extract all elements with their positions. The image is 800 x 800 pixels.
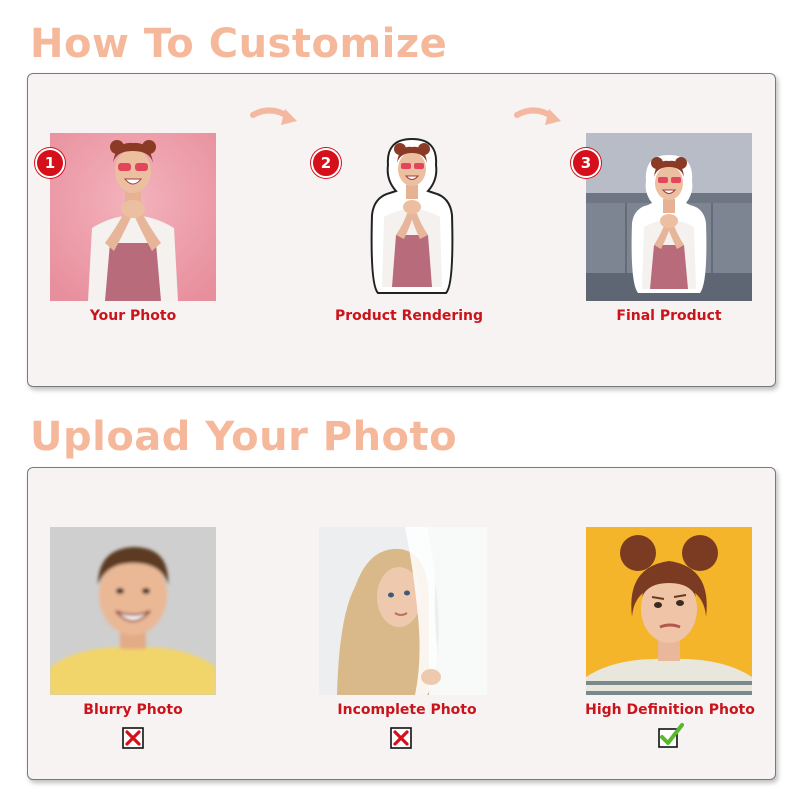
step-arrow-2-icon [514,107,561,125]
high-definition-photo-example-image [586,527,752,695]
x-icon [122,727,144,749]
step-2-product-rendering-image [366,135,458,295]
upload-your-photo-heading: Upload Your Photo [30,414,458,460]
step-3-caption: Final Product [616,308,722,324]
x-icon [390,727,412,749]
blurry-photo-caption: Blurry Photo [83,702,183,718]
step-1-caption: Your Photo [89,308,177,324]
step-2-number-badge: 2 [311,148,341,178]
high-definition-photo-caption: High Definition Photo [585,702,755,718]
incomplete-photo-caption: Incomplete Photo [337,702,477,718]
step-1-number-badge: 1 [35,148,65,178]
incomplete-photo-example-image [319,527,487,695]
step-2-caption: Product Rendering [334,308,484,324]
step-1-your-photo-image [50,133,216,301]
how-to-customize-heading: How To Customize [30,21,448,67]
step-arrow-1-icon [250,107,297,125]
step-3-number-badge: 3 [571,148,601,178]
check-icon [658,723,684,748]
step-3-final-product-image [586,133,752,301]
blurry-photo-example-image [50,527,216,695]
